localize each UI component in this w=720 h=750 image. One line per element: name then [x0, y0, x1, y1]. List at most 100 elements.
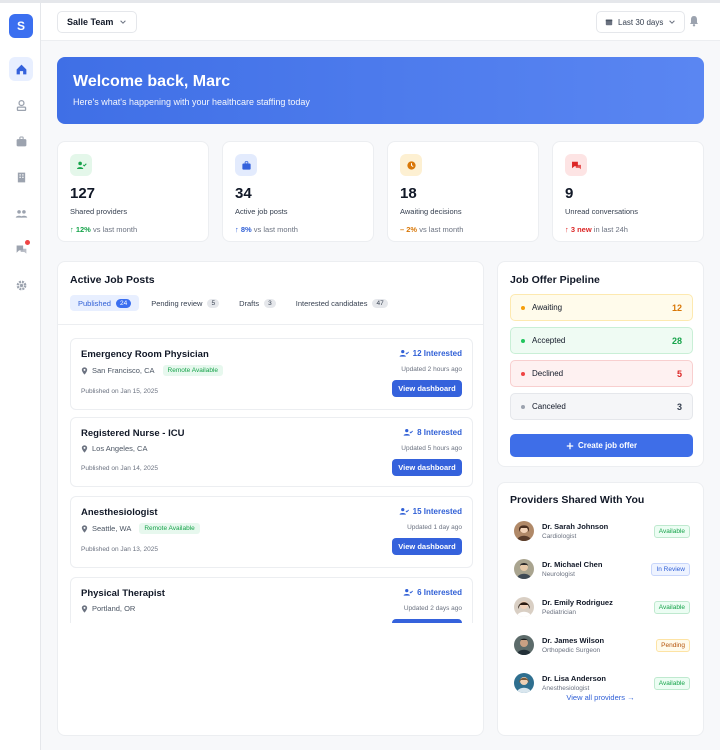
interested-count[interactable]: 6 Interested: [403, 588, 462, 597]
tab-interested-candidates[interactable]: Interested candidates 47: [288, 295, 396, 311]
interested-count[interactable]: 8 Interested: [403, 428, 462, 437]
pipeline-canceled[interactable]: Canceled 3: [510, 393, 693, 420]
job-updated: Updated 1 day ago: [407, 524, 462, 531]
job-card[interactable]: Emergency Room Physician San Francisco, …: [70, 338, 473, 410]
stat-label: Shared providers: [70, 207, 128, 216]
date-range-selector[interactable]: Last 30 days: [596, 11, 686, 33]
tab-drafts[interactable]: Drafts 3: [231, 295, 284, 311]
view-dashboard-button[interactable]: View dashboard: [392, 619, 462, 623]
provider-role: Pediatrician: [542, 609, 576, 616]
view-dashboard-button[interactable]: View dashboard: [392, 380, 462, 397]
status-dot: [521, 371, 525, 376]
job-location: Seattle, WA Remote Available: [81, 523, 462, 534]
stat-label: Unread conversations: [565, 207, 638, 216]
stat-value: 9: [565, 185, 574, 202]
team-selector[interactable]: Salle Team: [57, 11, 138, 33]
panel-title: Job Offer Pipeline: [510, 274, 600, 286]
location-pin-icon: [81, 604, 88, 613]
status-badge: In Review: [651, 563, 690, 576]
location-pin-icon: [81, 444, 88, 453]
welcome-banner: Welcome back, Marc Here's what's happeni…: [57, 57, 704, 124]
job-card[interactable]: Registered Nurse - ICU Los Angeles, CA P…: [70, 417, 473, 487]
avatar: [514, 673, 534, 693]
provider-name: Dr. Lisa Anderson: [542, 674, 606, 683]
nav-jobs[interactable]: [9, 129, 33, 153]
stat-card-active-jobs[interactable]: 34 Active job posts ↑ 8% vs last month: [222, 141, 374, 242]
stat-label: Active job posts: [235, 207, 288, 216]
stat-card-unread-conversations[interactable]: 9 Unread conversations ↑ 3 new in last 2…: [552, 141, 704, 242]
panel-title: Active Job Posts: [70, 274, 155, 286]
view-dashboard-button[interactable]: View dashboard: [392, 459, 462, 476]
nav-messages[interactable]: [9, 237, 33, 261]
pipeline-count: 28: [671, 335, 682, 346]
nav-facilities[interactable]: [9, 165, 33, 189]
provider-row[interactable]: Dr. James Wilson Orthopedic Surgeon Pend…: [514, 633, 690, 657]
sidebar: S: [0, 3, 41, 750]
remote-badge: Remote Available: [162, 365, 223, 376]
provider-name: Dr. James Wilson: [542, 636, 605, 645]
job-card[interactable]: Physical Therapist Portland, OR 6 Intere…: [70, 577, 473, 623]
nav-settings[interactable]: [9, 273, 33, 297]
pipeline-accepted[interactable]: Accepted 28: [510, 327, 693, 354]
job-published-date: Published on Jan 13, 2025: [81, 546, 158, 553]
avatar: [514, 559, 534, 579]
job-tabs: Published 24 Pending review 5 Drafts 3 Inte…: [70, 295, 396, 311]
user-check-icon: [399, 508, 409, 515]
building-icon: [17, 172, 25, 182]
status-badge: Available: [653, 525, 690, 538]
status-dot: [521, 305, 525, 310]
provider-name: Dr. Emily Rodriguez: [542, 598, 613, 607]
date-range-label: Last 30 days: [618, 17, 664, 27]
create-job-offer-button[interactable]: Create job offer: [510, 434, 693, 457]
stat-card-shared-providers[interactable]: 127 Shared providers ↑ 12% vs last month: [57, 141, 209, 242]
panel-title: Providers Shared With You: [510, 494, 645, 506]
tab-pending-review[interactable]: Pending review 5: [143, 295, 227, 311]
provider-row[interactable]: Dr. Michael Chen Neurologist In Review: [514, 557, 690, 581]
view-all-providers-link[interactable]: View all providers →: [498, 693, 703, 702]
bell-icon[interactable]: [688, 15, 700, 27]
status-dot: [521, 338, 525, 343]
provider-row[interactable]: Dr. Sarah Johnson Cardiologist Available: [514, 519, 690, 543]
providers-panel: Providers Shared With You Dr. Sarah John…: [497, 482, 704, 736]
pipeline-declined[interactable]: Declined 5: [510, 360, 693, 387]
tab-count: 24: [115, 298, 132, 308]
active-job-posts-panel: Active Job Posts Published 24 Pending rev…: [57, 261, 484, 736]
stat-label: Awaiting decisions: [400, 207, 462, 216]
tab-published[interactable]: Published 24: [70, 295, 140, 311]
pipeline-label: Declined: [532, 369, 564, 378]
provider-row[interactable]: Dr. Emily Rodriguez Pediatrician Availab…: [514, 595, 690, 619]
stat-value: 18: [400, 185, 417, 202]
welcome-title: Welcome back, Marc: [73, 73, 231, 90]
nav-team[interactable]: [9, 201, 33, 225]
interested-count[interactable]: 15 Interested: [399, 507, 462, 516]
avatar: [514, 597, 534, 617]
gear-icon: [16, 280, 26, 290]
job-card[interactable]: Anesthesiologist Seattle, WA Remote Avai…: [70, 496, 473, 568]
user-badge-icon: [16, 99, 26, 111]
provider-role: Neurologist: [542, 571, 575, 578]
home-icon: [16, 64, 26, 74]
tab-count: 5: [207, 298, 220, 308]
unread-indicator: [25, 240, 30, 245]
remote-badge: Remote Available: [139, 523, 200, 534]
user-check-icon: [399, 350, 409, 357]
job-offer-pipeline-panel: Job Offer Pipeline Awaiting 12 Accepted …: [497, 261, 704, 467]
stat-card-awaiting-decisions[interactable]: 18 Awaiting decisions – 2% vs last month: [387, 141, 539, 242]
job-updated: Updated 5 hours ago: [401, 445, 462, 452]
job-list[interactable]: Emergency Room Physician San Francisco, …: [58, 325, 483, 623]
provider-row[interactable]: Dr. Lisa Anderson Anesthesiologist Avail…: [514, 671, 690, 695]
nav-home[interactable]: [9, 57, 33, 81]
stat-delta: ↑ 12% vs last month: [70, 225, 138, 234]
top-header: Salle Team Last 30 days: [41, 3, 720, 41]
pipeline-label: Canceled: [532, 402, 566, 411]
status-badge: Available: [653, 601, 690, 614]
stat-value: 127: [70, 185, 96, 202]
pipeline-awaiting[interactable]: Awaiting 12: [510, 294, 693, 321]
provider-name: Dr. Michael Chen: [542, 560, 603, 569]
interested-count[interactable]: 12 Interested: [399, 349, 462, 358]
nav-providers[interactable]: [9, 93, 33, 117]
provider-name: Dr. Sarah Johnson: [542, 522, 609, 531]
app-logo[interactable]: S: [9, 14, 33, 38]
view-dashboard-button[interactable]: View dashboard: [392, 538, 462, 555]
status-dot: [521, 404, 525, 409]
